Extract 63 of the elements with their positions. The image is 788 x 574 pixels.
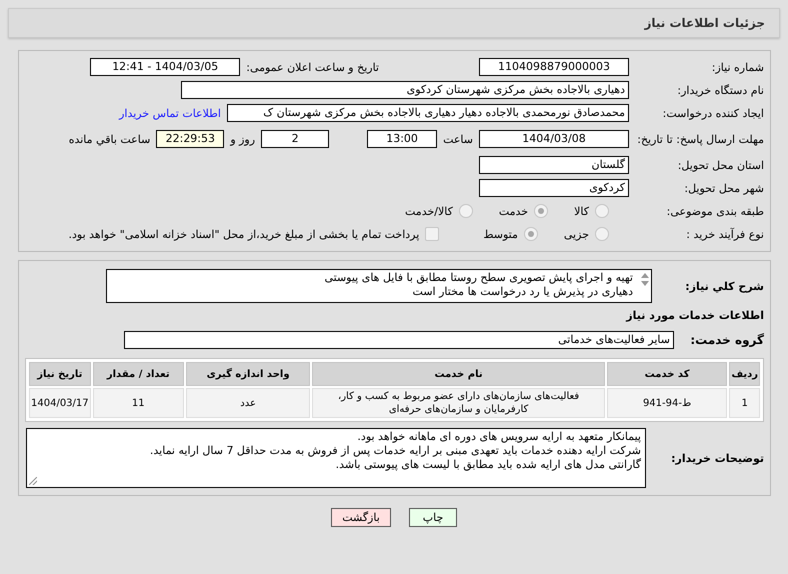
page-title: جزئیات اطلاعات نیاز — [644, 16, 765, 30]
text-field[interactable]: سایر فعالیت‌های خدماتی — [124, 331, 674, 349]
field-label: ساعت — [443, 132, 473, 146]
field-label: ساعت باقي مانده — [68, 132, 150, 146]
column-header: واحد اندازه گیری — [186, 362, 310, 386]
radio-button[interactable] — [524, 227, 538, 241]
checkbox[interactable] — [425, 227, 440, 241]
column-header: تاریخ نیاز — [29, 362, 91, 386]
checkbox-label: پرداخت تمام یا بخشی از مبلغ خرید،از محل "اسناد خزانه اسلامی" خواهد بود. — [68, 228, 420, 240]
field-label: استان محل تحویل: — [676, 158, 765, 172]
description-field[interactable]: تهیه و اجرای پایش تصویری سطح روستا مطابق با فایل های پیوستی دهیاری در پذیرش یا رد درخواست ها مختار است — [106, 269, 652, 303]
text-field[interactable]: دهیاری بالاجاده بخش مرکزی شهرستان کردکوی — [181, 81, 629, 99]
column-header: کد خدمت — [606, 362, 728, 386]
field-label: ایجاد کننده درخواست: — [662, 106, 765, 120]
resize-grip-icon — [29, 477, 37, 485]
table-cell: 1 — [729, 388, 760, 418]
section-heading: اطلاعات خدمات مورد نیاز — [624, 309, 765, 322]
table-cell: فعالیت‌های سازمان‌های دارای عضو مربوط به کسب و کار، کارفرمایان و سازمان‌های حرفه‌ای — [312, 388, 605, 418]
field-label: شماره نیاز: — [710, 60, 765, 74]
field-label: روز و — [230, 132, 256, 146]
text-field[interactable]: 1404/03/08 — [479, 130, 629, 148]
field-label: شهر محل تحویل: — [683, 182, 765, 194]
field-label: تاریخ و ساعت اعلان عمومی: — [246, 60, 379, 74]
table-cell: 1404/03/17 — [29, 388, 91, 418]
radio-button[interactable] — [595, 204, 609, 218]
radio-button[interactable] — [534, 204, 548, 218]
field-label: شرح كلي نياز: — [684, 280, 765, 292]
field-label: توضیحات خریدار: — [670, 452, 765, 464]
text-line: پیمانکار متعهد به ارایه سرویس های دوره ای ماهانه خواهد بود. — [356, 430, 641, 444]
field-label: نام دستگاه خریدار: — [676, 84, 765, 96]
field-label: نوع فرآیند خرید : — [685, 228, 765, 240]
column-header: نام خدمت — [312, 362, 605, 386]
text-line: شرکت ارایه دهنده خدمات باید تعهدی مبنی بر ارایه خدمات پس از فروش به مدت حداقل 7 سال ارایه نماید. — [148, 444, 641, 458]
text-field[interactable]: محمدصادق نورمحمدی بالاجاده دهیار دهیاری بالاجاده بخش مرکزی شهرستان ک — [227, 104, 629, 122]
notes-field[interactable] — [26, 428, 646, 488]
radio-label: جزیی — [564, 228, 589, 240]
radio-label: متوسط — [483, 228, 518, 240]
radio-label: خدمت — [498, 204, 528, 218]
table-cell: 11 — [92, 388, 184, 418]
table-cell: ط-94-941 — [606, 388, 728, 418]
text-field[interactable]: 1404/03/05 - 12:41 — [90, 58, 240, 76]
radio-button[interactable] — [458, 204, 473, 218]
text-field[interactable]: 2 — [261, 130, 330, 148]
field-label: مهلت ارسال پاسخ: تا تاریخ: — [636, 132, 765, 146]
text-field[interactable]: کردکوی — [479, 179, 629, 197]
text-line: دهیاری در پذیرش یا رد درخواست ها مختار است — [412, 285, 633, 299]
radio-label: کالا/خدمت — [405, 204, 453, 218]
countdown-field[interactable]: 22:29:53 — [156, 130, 224, 148]
radio-button[interactable] — [595, 227, 609, 241]
text-field[interactable]: 13:00 — [367, 130, 438, 148]
text-field[interactable]: 1104098879000003 — [479, 58, 629, 76]
column-header: ردیف — [729, 362, 760, 386]
table-cell: عدد — [186, 388, 310, 418]
contact-link[interactable]: اطلاعات تماس خریدار — [119, 106, 221, 120]
print-button[interactable]: چاپ — [409, 508, 457, 527]
text-line: تهیه و اجرای پایش تصویری سطح روستا مطابق با فایل های پیوستی — [323, 271, 633, 285]
field-label: طبقه بندی موضوعی: — [666, 204, 765, 218]
column-header: تعداد / مقدار — [92, 362, 184, 386]
back-button[interactable]: بازگشت — [331, 508, 391, 527]
radio-label: کالا — [574, 204, 589, 218]
text-line: گارانتی مدل های ارایه شده باید مطابق با لیست های پیوستی باشد. — [334, 458, 641, 472]
field-label: گروه خدمت: — [689, 334, 765, 346]
text-field[interactable]: گلستان — [479, 156, 629, 174]
